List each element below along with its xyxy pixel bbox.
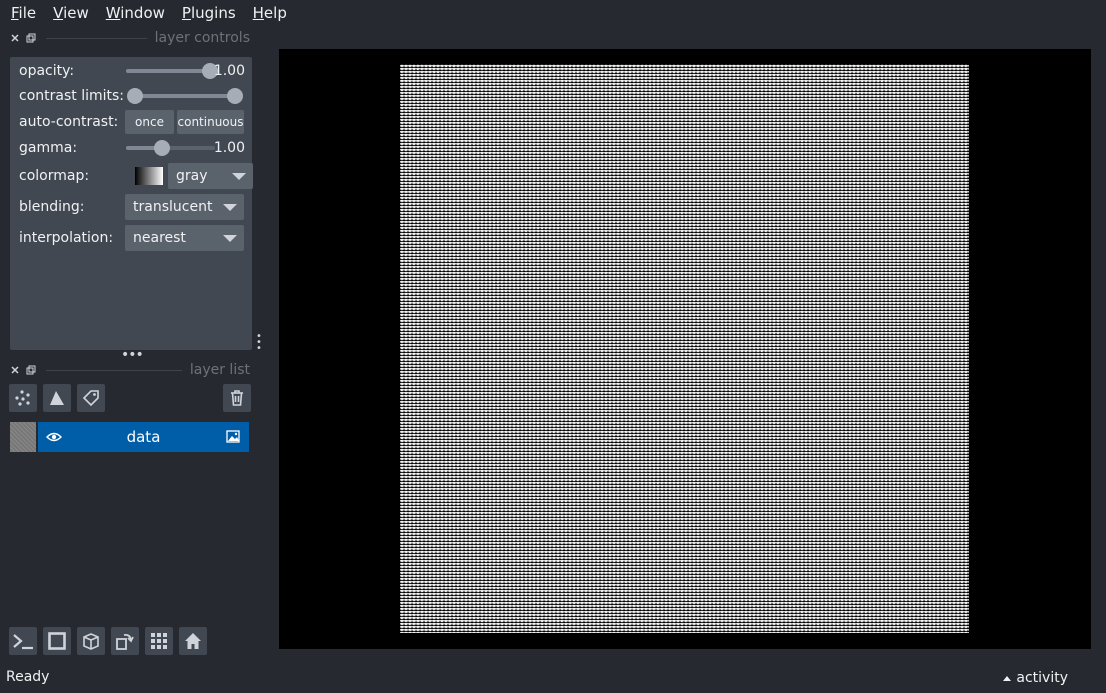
menu-window[interactable]: Window [95, 4, 171, 22]
blending-value: translucent [133, 199, 213, 215]
auto-contrast-continuous-button[interactable]: continuous [177, 110, 244, 134]
opacity-slider[interactable] [126, 63, 218, 79]
dock-splitter-handle[interactable]: ••• [121, 347, 144, 363]
interpolation-select[interactable]: nearest [125, 225, 244, 251]
gamma-slider[interactable] [126, 140, 215, 156]
grid-icon [151, 633, 167, 649]
auto-contrast-row: auto-contrast: once continuous [19, 110, 245, 134]
image-layer-icon [226, 430, 240, 443]
colormap-label: colormap: [19, 168, 90, 184]
shapes-icon [50, 391, 64, 405]
cube-icon [83, 633, 99, 650]
float-dock-icon[interactable] [26, 33, 36, 43]
ndisplay-button[interactable] [43, 627, 71, 655]
opacity-value: 1.00 [213, 63, 245, 79]
activity-button[interactable]: activity [1003, 670, 1068, 686]
opacity-row: opacity: 1.00 [19, 59, 245, 83]
blending-row: blending: translucent [19, 194, 245, 220]
tag-icon [82, 390, 99, 407]
new-points-layer-button[interactable] [9, 384, 37, 412]
layer-list-item[interactable]: data [38, 422, 249, 452]
float-dock-icon[interactable] [26, 365, 36, 375]
chevron-down-icon [223, 235, 237, 242]
gamma-row: gamma: 1.00 [19, 136, 245, 160]
layer-controls-header: layer controls [10, 30, 250, 46]
transpose-button[interactable] [111, 627, 139, 655]
square-icon [48, 632, 66, 650]
trash-icon [231, 390, 243, 406]
layer-list-header: layer list [10, 362, 250, 378]
header-divider [46, 37, 147, 39]
interpolation-label: interpolation: [19, 230, 114, 246]
gamma-value: 1.00 [213, 140, 245, 156]
close-dock-icon[interactable] [10, 365, 20, 375]
contrast-limits-slider[interactable] [127, 88, 243, 104]
caret-up-icon [1003, 675, 1012, 681]
blending-label: blending: [19, 199, 85, 215]
blending-select[interactable]: translucent [125, 194, 244, 220]
console-button[interactable] [9, 627, 37, 655]
image-layer-render [400, 64, 969, 633]
layer-thumbnail [10, 422, 36, 452]
roll-dimensions-button[interactable] [77, 627, 105, 655]
contrast-limits-row: contrast limits: [19, 84, 245, 108]
header-divider [46, 369, 182, 371]
delete-layer-button[interactable] [223, 384, 251, 412]
layer-name: data [126, 428, 161, 446]
home-button[interactable] [179, 627, 207, 655]
contrast-high-handle[interactable] [227, 88, 243, 104]
contrast-low-handle[interactable] [127, 88, 143, 104]
opacity-slider-fill [126, 69, 210, 73]
new-shapes-layer-button[interactable] [43, 384, 71, 412]
menu-help[interactable]: Help [242, 4, 293, 22]
transpose-icon [116, 633, 134, 650]
menu-file[interactable]: File [0, 4, 42, 22]
points-icon [15, 390, 30, 406]
gamma-label: gamma: [19, 140, 78, 156]
home-icon [185, 633, 201, 649]
menu-view[interactable]: View [42, 4, 95, 22]
gamma-slider-handle[interactable] [153, 140, 170, 156]
status-text: Ready [6, 669, 50, 685]
colormap-row: colormap: gray [19, 163, 253, 189]
interpolation-row: interpolation: nearest [19, 225, 245, 251]
menu-bar: File View Window Plugins Help [0, 0, 1106, 26]
layer-controls-panel: opacity: 1.00 contrast limits: auto-cont… [10, 57, 253, 350]
new-labels-layer-button[interactable] [77, 384, 105, 412]
colormap-preview [135, 167, 163, 185]
colormap-value: gray [176, 168, 208, 184]
colormap-select[interactable]: gray [168, 163, 253, 189]
terminal-icon [13, 634, 33, 650]
grid-view-button[interactable] [145, 627, 173, 655]
layer-controls-title: layer controls [154, 30, 250, 46]
layer-list-title: layer list [189, 362, 250, 378]
chevron-down-icon [223, 204, 237, 211]
opacity-label: opacity: [19, 63, 75, 79]
auto-contrast-once-button[interactable]: once [125, 110, 174, 134]
contrast-limits-label: contrast limits: [19, 88, 124, 104]
auto-contrast-label: auto-contrast: [19, 114, 119, 130]
menu-plugins[interactable]: Plugins [171, 4, 242, 22]
sidebar-splitter-handle[interactable]: • • • [256, 332, 262, 354]
activity-label: activity [1016, 670, 1068, 686]
interpolation-value: nearest [133, 230, 186, 246]
viewer-canvas[interactable] [279, 49, 1091, 649]
close-dock-icon[interactable] [10, 33, 20, 43]
chevron-down-icon [232, 173, 246, 180]
